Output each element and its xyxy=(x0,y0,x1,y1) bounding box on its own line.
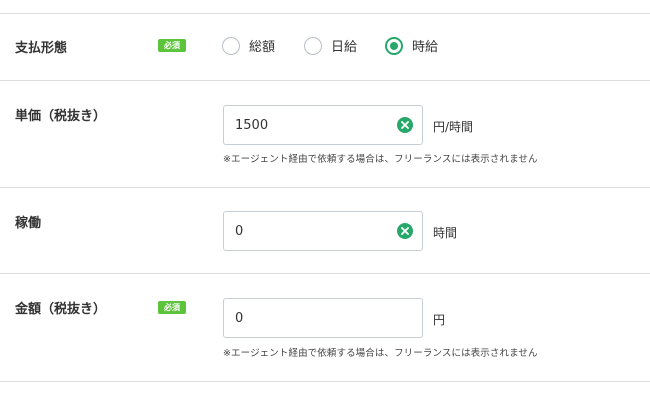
divider-2 xyxy=(0,187,650,188)
required-badge: 必須 xyxy=(158,301,186,314)
unit-price-note: ※エージェント経由で依頼する場合は、フリーランスには表示されません xyxy=(223,154,538,165)
unit-price-label: 単価（税抜き） xyxy=(15,109,107,124)
radio-option-daily[interactable]: 日給 xyxy=(304,36,357,55)
divider-top xyxy=(0,13,650,14)
working-hours-unit: 時間 xyxy=(433,226,458,240)
payment-type-label: 支払形態 xyxy=(15,41,68,56)
radio-label-total: 総額 xyxy=(249,40,276,55)
radio-button-icon[interactable] xyxy=(222,36,240,55)
unit-price-unit: 円/時間 xyxy=(433,120,474,134)
close-circle-icon[interactable] xyxy=(397,117,413,133)
amount-unit: 円 xyxy=(433,313,446,327)
working-hours-input[interactable] xyxy=(223,211,423,251)
required-badge: 必須 xyxy=(158,39,186,52)
unit-price-input[interactable] xyxy=(223,105,423,145)
amount-input[interactable] xyxy=(223,298,423,338)
radio-button-checked-icon[interactable] xyxy=(385,36,403,55)
radio-label-hourly: 時給 xyxy=(412,40,439,55)
radio-option-hourly[interactable]: 時給 xyxy=(385,36,438,55)
divider-3 xyxy=(0,273,650,274)
radio-button-icon[interactable] xyxy=(304,36,322,55)
close-circle-icon[interactable] xyxy=(397,223,413,239)
divider-1 xyxy=(0,80,650,81)
working-hours-label: 稼働 xyxy=(15,216,42,231)
divider-bottom xyxy=(0,381,650,382)
amount-label: 金額（税抜き） xyxy=(15,302,107,317)
radio-dot-icon xyxy=(390,41,398,50)
amount-note: ※エージェント経由で依頼する場合は、フリーランスには表示されません xyxy=(223,348,538,359)
radio-label-daily: 日給 xyxy=(331,40,358,55)
radio-option-total[interactable]: 総額 xyxy=(222,36,275,55)
